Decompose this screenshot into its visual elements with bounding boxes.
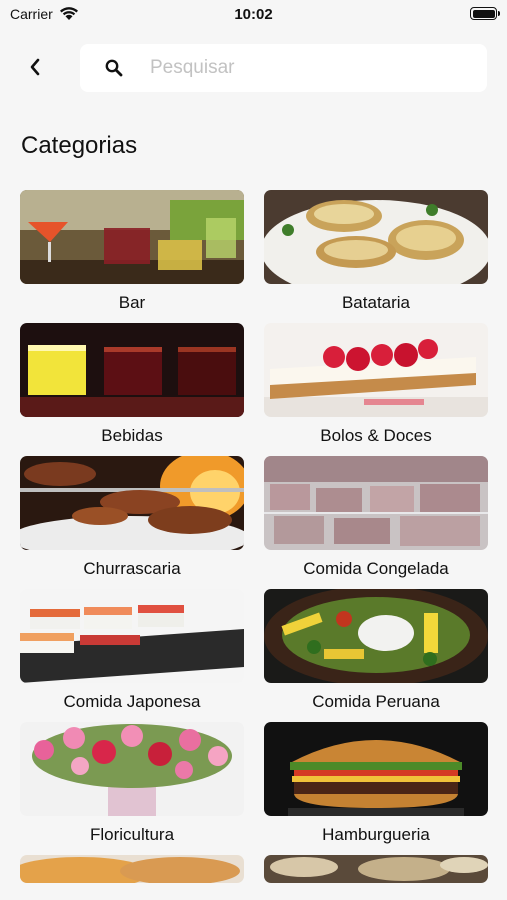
category-label: Hamburgueria — [322, 825, 430, 844]
category-image-comida-congelada — [264, 456, 488, 550]
category-card-batataria[interactable]: Batataria — [264, 190, 488, 323]
battery-fill — [472, 9, 495, 18]
category-card-bebidas[interactable]: Bebidas — [20, 323, 244, 456]
category-image-comida-japonesa — [20, 589, 244, 683]
category-card-bar[interactable]: Bar — [20, 190, 244, 323]
category-card-floricultura[interactable]: Floricultura — [20, 722, 244, 855]
status-time: 10:02 — [234, 6, 273, 23]
search-input[interactable] — [150, 57, 450, 79]
status-bar: Carrier 10:02 — [0, 0, 507, 30]
category-image-partial — [20, 855, 244, 883]
category-image-partial — [264, 855, 488, 883]
search-icon — [105, 59, 123, 77]
category-label: Comida Japonesa — [63, 692, 201, 711]
category-card-comida-japonesa[interactable]: Comida Japonesa — [20, 589, 244, 722]
category-image-comida-peruana — [264, 589, 488, 683]
category-label: Bebidas — [101, 426, 163, 445]
back-button[interactable] — [20, 52, 50, 82]
chevron-left-icon — [30, 58, 40, 76]
search-box[interactable] — [80, 44, 487, 92]
category-label: Comida Peruana — [312, 692, 440, 711]
category-image-bar — [20, 190, 244, 284]
category-image-hamburgueria — [264, 722, 488, 816]
category-image-bolos-doces — [264, 323, 488, 417]
category-label: Churrascaria — [83, 559, 181, 578]
category-card-comida-peruana[interactable]: Comida Peruana — [264, 589, 488, 722]
category-label: Bolos & Doces — [320, 426, 432, 445]
category-label: Floricultura — [89, 825, 175, 844]
category-card-churrascaria[interactable]: Churrascaria — [20, 456, 244, 589]
category-image-bebidas — [20, 323, 244, 417]
category-label: Comida Congelada — [303, 559, 449, 578]
battery-icon — [470, 7, 500, 20]
category-card-partial-2[interactable] — [264, 855, 488, 885]
category-image-batataria — [264, 190, 488, 284]
category-card-comida-congelada[interactable]: Comida Congelada — [264, 456, 488, 589]
section-title: Categorias — [21, 132, 138, 159]
category-label: Bar — [118, 293, 146, 312]
category-image-churrascaria — [20, 456, 244, 550]
category-image-floricultura — [20, 722, 244, 816]
category-grid: Bar Batataria Bebidas Bolos & Doces Chur… — [20, 190, 488, 885]
category-card-bolos-doces[interactable]: Bolos & Doces — [264, 323, 488, 456]
category-label: Batataria — [341, 293, 411, 312]
category-card-partial-1[interactable] — [20, 855, 244, 885]
category-card-hamburgueria[interactable]: Hamburgueria — [264, 722, 488, 855]
